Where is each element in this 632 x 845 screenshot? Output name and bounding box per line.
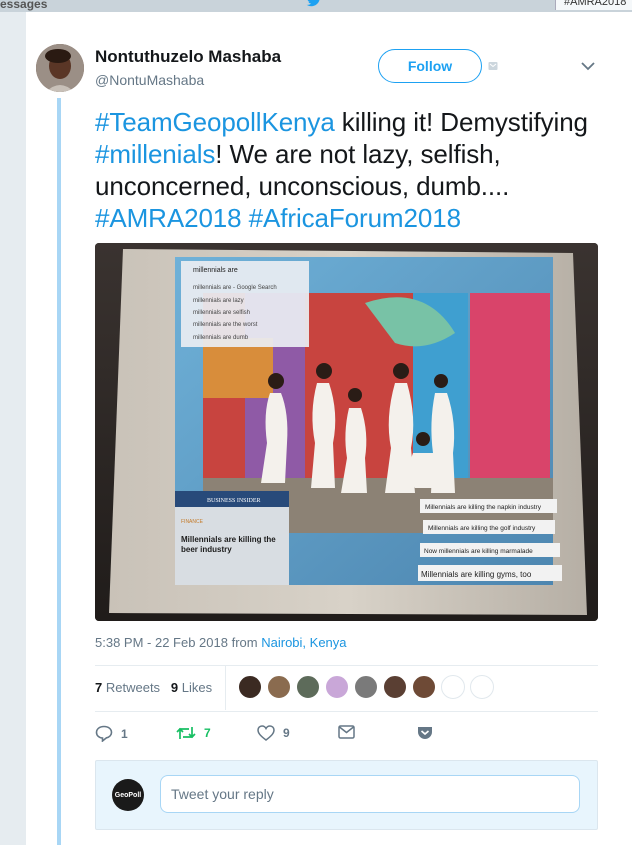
hashtag-link[interactable]: #AMRA2018 (95, 203, 242, 233)
likes-label: Likes (181, 680, 213, 695)
avatar-photo (36, 44, 84, 92)
liker-avatar[interactable] (470, 675, 494, 699)
tweet-text: #TeamGeopollKenya killing it! Demystifyi… (95, 106, 595, 234)
tweet-text-segment (242, 203, 249, 233)
liker-avatar[interactable] (267, 675, 291, 699)
liker-avatar[interactable] (354, 675, 378, 699)
pocket-action[interactable] (417, 725, 441, 740)
chevron-down-icon[interactable] (581, 61, 595, 71)
author-handle[interactable]: @NontuMashaba (95, 72, 204, 88)
retweet-icon (176, 727, 196, 739)
photo-bi-tag: FINANCE (181, 519, 204, 525)
photo-search-query: millennials are (193, 267, 238, 274)
liker-avatar[interactable] (441, 675, 465, 699)
photo-bi-headline: Millennials are killing the beer industr… (181, 535, 276, 554)
pocket-icon (418, 727, 432, 739)
author-avatar[interactable] (36, 44, 84, 92)
photo-suggestion-2: millennials are lazy (193, 298, 244, 304)
liker-avatar[interactable] (296, 675, 320, 699)
tweet-text-segment: killing it! Demystifying (334, 107, 588, 137)
heart-icon (257, 725, 275, 741)
reply-user-avatar[interactable]: GeoPoll (112, 779, 144, 811)
stats-divider-bottom (95, 711, 598, 712)
tweet-photo[interactable]: millennials are millennials are - Google… (95, 243, 598, 621)
reply-input[interactable]: Tweet your reply (160, 775, 580, 813)
retweet-count: 7 (204, 726, 211, 740)
like-count: 9 (283, 726, 290, 740)
retweets-label: Retweets (105, 680, 161, 695)
timestamp-from: from (231, 635, 258, 650)
photo-headline-2: Millennials are killing the golf industr… (428, 525, 536, 532)
photo-suggestion-1: millennials are - Google Search (193, 285, 277, 291)
photo-headline-3: Now millennials are killing marmalade (424, 548, 533, 555)
liker-avatar[interactable] (238, 675, 262, 699)
likes-count: 9 (170, 680, 179, 695)
reply-icon (95, 725, 113, 742)
liker-avatar[interactable] (383, 675, 407, 699)
reply-action[interactable]: 1 (95, 725, 128, 742)
photo-suggestion-3: millennials are selfish (193, 310, 250, 316)
twitter-bird-icon[interactable] (306, 0, 322, 8)
reply-composer: GeoPoll Tweet your reply (95, 760, 598, 830)
like-action[interactable]: 9 (257, 725, 290, 741)
direct-message-action[interactable] (338, 725, 363, 739)
hashtag-link[interactable]: #TeamGeopollKenya (95, 107, 335, 137)
retweet-action[interactable]: 7 (176, 725, 211, 741)
photo-suggestion-5: millennials are dumb (193, 335, 249, 341)
stats-separator (225, 666, 226, 710)
envelope-icon (338, 725, 355, 739)
timestamp-time[interactable]: 5:38 PM - 22 Feb 2018 (95, 635, 228, 650)
photo-suggestion-4: millennials are the worst (193, 322, 258, 328)
photo-business-insider: BUSINESS INSIDER (207, 498, 261, 504)
likes-stat[interactable]: 9 Likes (171, 680, 212, 695)
liker-avatar[interactable] (325, 675, 349, 699)
follow-button[interactable]: Follow (378, 49, 482, 83)
tweet-stats: 7 Retweets 9 Likes (95, 680, 212, 695)
photo-headline-1: Millennials are killing the napkin indus… (425, 504, 542, 511)
hashtag-link[interactable]: #millenials (95, 139, 215, 169)
author-name[interactable]: Nontuthuzelo Mashaba (95, 47, 281, 67)
thread-line (57, 98, 61, 845)
background-top-bar: essages #AMRA2018 (0, 0, 632, 12)
photo-headline-4: Millennials are killing gyms, too (421, 570, 532, 579)
projector-screen-photo: millennials are millennials are - Google… (95, 243, 598, 621)
messages-nav-label[interactable]: essages (0, 0, 47, 11)
retweets-count: 7 (95, 680, 103, 695)
notification-icon[interactable] (488, 61, 498, 71)
tweet-timestamp: 5:38 PM - 22 Feb 2018 from Nairobi, Keny… (95, 635, 347, 650)
search-field[interactable]: #AMRA2018 (555, 0, 632, 10)
hashtag-link[interactable]: #AfricaForum2018 (249, 203, 461, 233)
reply-count: 1 (121, 726, 128, 741)
stats-divider-top (95, 665, 598, 666)
liker-avatar[interactable] (412, 675, 436, 699)
location-link[interactable]: Nairobi, Kenya (261, 635, 346, 650)
retweets-stat[interactable]: 7 Retweets (95, 680, 160, 695)
